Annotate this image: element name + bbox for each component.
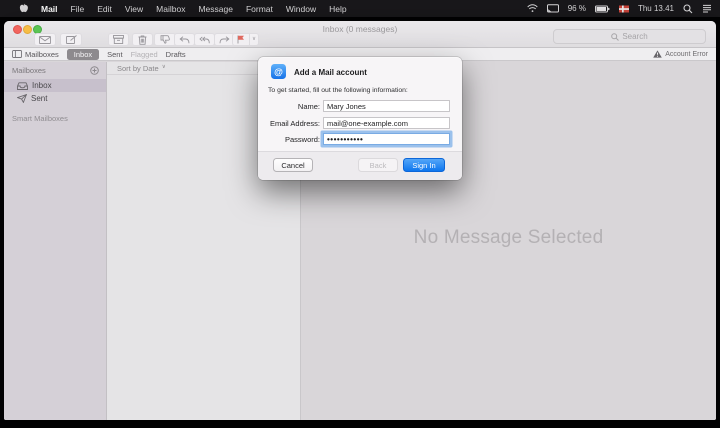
favorites-flagged[interactable]: Flagged: [131, 50, 158, 59]
forward-icon: [219, 35, 230, 43]
menu-item-edit[interactable]: Edit: [97, 4, 112, 14]
password-field[interactable]: [323, 133, 450, 145]
paper-plane-icon: [17, 94, 27, 103]
empty-state-text: No Message Selected: [413, 227, 604, 248]
favorites-mailboxes[interactable]: Mailboxes: [12, 50, 59, 59]
add-mail-account-dialog: @ Add a Mail account To get started, fil…: [258, 57, 462, 180]
flag-button[interactable]: [232, 33, 250, 46]
wifi-icon[interactable]: [527, 4, 538, 13]
trash-icon: [138, 34, 147, 45]
internet-account-icon: @: [271, 64, 286, 79]
archive-icon: [113, 35, 124, 44]
favorites-inbox[interactable]: Inbox: [66, 48, 100, 60]
battery-icon[interactable]: [594, 5, 610, 13]
sidebar-smart-mailboxes[interactable]: Smart Mailboxes: [4, 114, 106, 123]
dialog-footer: Cancel Back Sign In: [258, 151, 462, 180]
chevron-down-icon: ∨: [161, 64, 166, 71]
menu-item-format[interactable]: Format: [246, 4, 273, 14]
email-label: Email Address:: [269, 119, 320, 128]
menu-item-mailbox[interactable]: Mailbox: [156, 4, 185, 14]
flag-menu-button[interactable]: ∨: [249, 33, 259, 46]
notification-center-icon[interactable]: [702, 4, 712, 13]
menu-item-help[interactable]: Help: [329, 4, 346, 14]
sidebar-item-sent[interactable]: Sent: [4, 92, 106, 105]
compose-button[interactable]: [60, 33, 82, 46]
input-source-flag-icon[interactable]: [618, 5, 629, 13]
search-input[interactable]: Search: [553, 29, 706, 44]
cancel-button[interactable]: Cancel: [273, 158, 313, 172]
at-symbol: @: [274, 66, 283, 77]
archive-button[interactable]: [108, 33, 129, 46]
get-mail-button[interactable]: [34, 33, 56, 46]
window-titlebar[interactable]: Inbox (0 messages) ∨ Search: [4, 21, 716, 48]
menu-item-window[interactable]: Window: [286, 4, 316, 14]
reply-icon: [179, 35, 190, 43]
delete-button[interactable]: [132, 33, 153, 46]
warning-triangle-icon: [653, 50, 663, 58]
favorites-sent[interactable]: Sent: [107, 50, 122, 59]
inbox-tray-icon: [17, 81, 28, 90]
dialog-title: Add a Mail account: [294, 68, 367, 77]
menu-item-file[interactable]: File: [71, 4, 85, 14]
name-field[interactable]: [323, 100, 450, 112]
display-mirroring-icon[interactable]: [546, 4, 559, 13]
reply-all-icon: [199, 36, 210, 43]
menu-bar: Mail File Edit View Mailbox Message Form…: [0, 0, 720, 17]
sidebar-header: Mailboxes: [12, 66, 46, 75]
add-mailbox-icon[interactable]: [90, 66, 99, 75]
reply-button[interactable]: [174, 33, 195, 46]
sidebar-panel-icon: [12, 50, 22, 58]
menu-item-mail[interactable]: Mail: [41, 4, 58, 14]
password-label: Password:: [284, 135, 320, 144]
spotlight-search-icon[interactable]: [683, 3, 693, 14]
menu-clock[interactable]: Thu 13.41: [638, 4, 674, 13]
chevron-down-icon: ∨: [251, 35, 257, 42]
battery-percentage: 96 %: [567, 4, 586, 13]
envelope-icon: [39, 35, 51, 44]
favorites-drafts[interactable]: Drafts: [166, 50, 186, 59]
apple-menu-icon[interactable]: [19, 3, 28, 14]
compose-icon: [65, 35, 77, 44]
menu-item-view[interactable]: View: [125, 4, 143, 14]
menu-item-message[interactable]: Message: [198, 4, 233, 14]
search-icon: [611, 32, 620, 41]
sidebar-item-inbox[interactable]: Inbox: [4, 79, 106, 92]
search-placeholder: Search: [622, 32, 648, 41]
sign-in-button[interactable]: Sign In: [403, 158, 445, 172]
back-button[interactable]: Back: [358, 158, 398, 172]
account-error-button[interactable]: Account Error: [653, 50, 708, 58]
reply-all-button[interactable]: [194, 33, 215, 46]
name-label: Name:: [297, 102, 320, 111]
dialog-subtitle: To get started, fill out the following i…: [268, 87, 408, 94]
thumbs-down-icon: [160, 35, 170, 44]
email-field[interactable]: [323, 117, 450, 129]
junk-button[interactable]: [154, 33, 176, 46]
mailbox-sidebar: Mailboxes Inbox Sent Smart Mailboxes: [4, 62, 107, 420]
flag-icon: [237, 35, 244, 44]
